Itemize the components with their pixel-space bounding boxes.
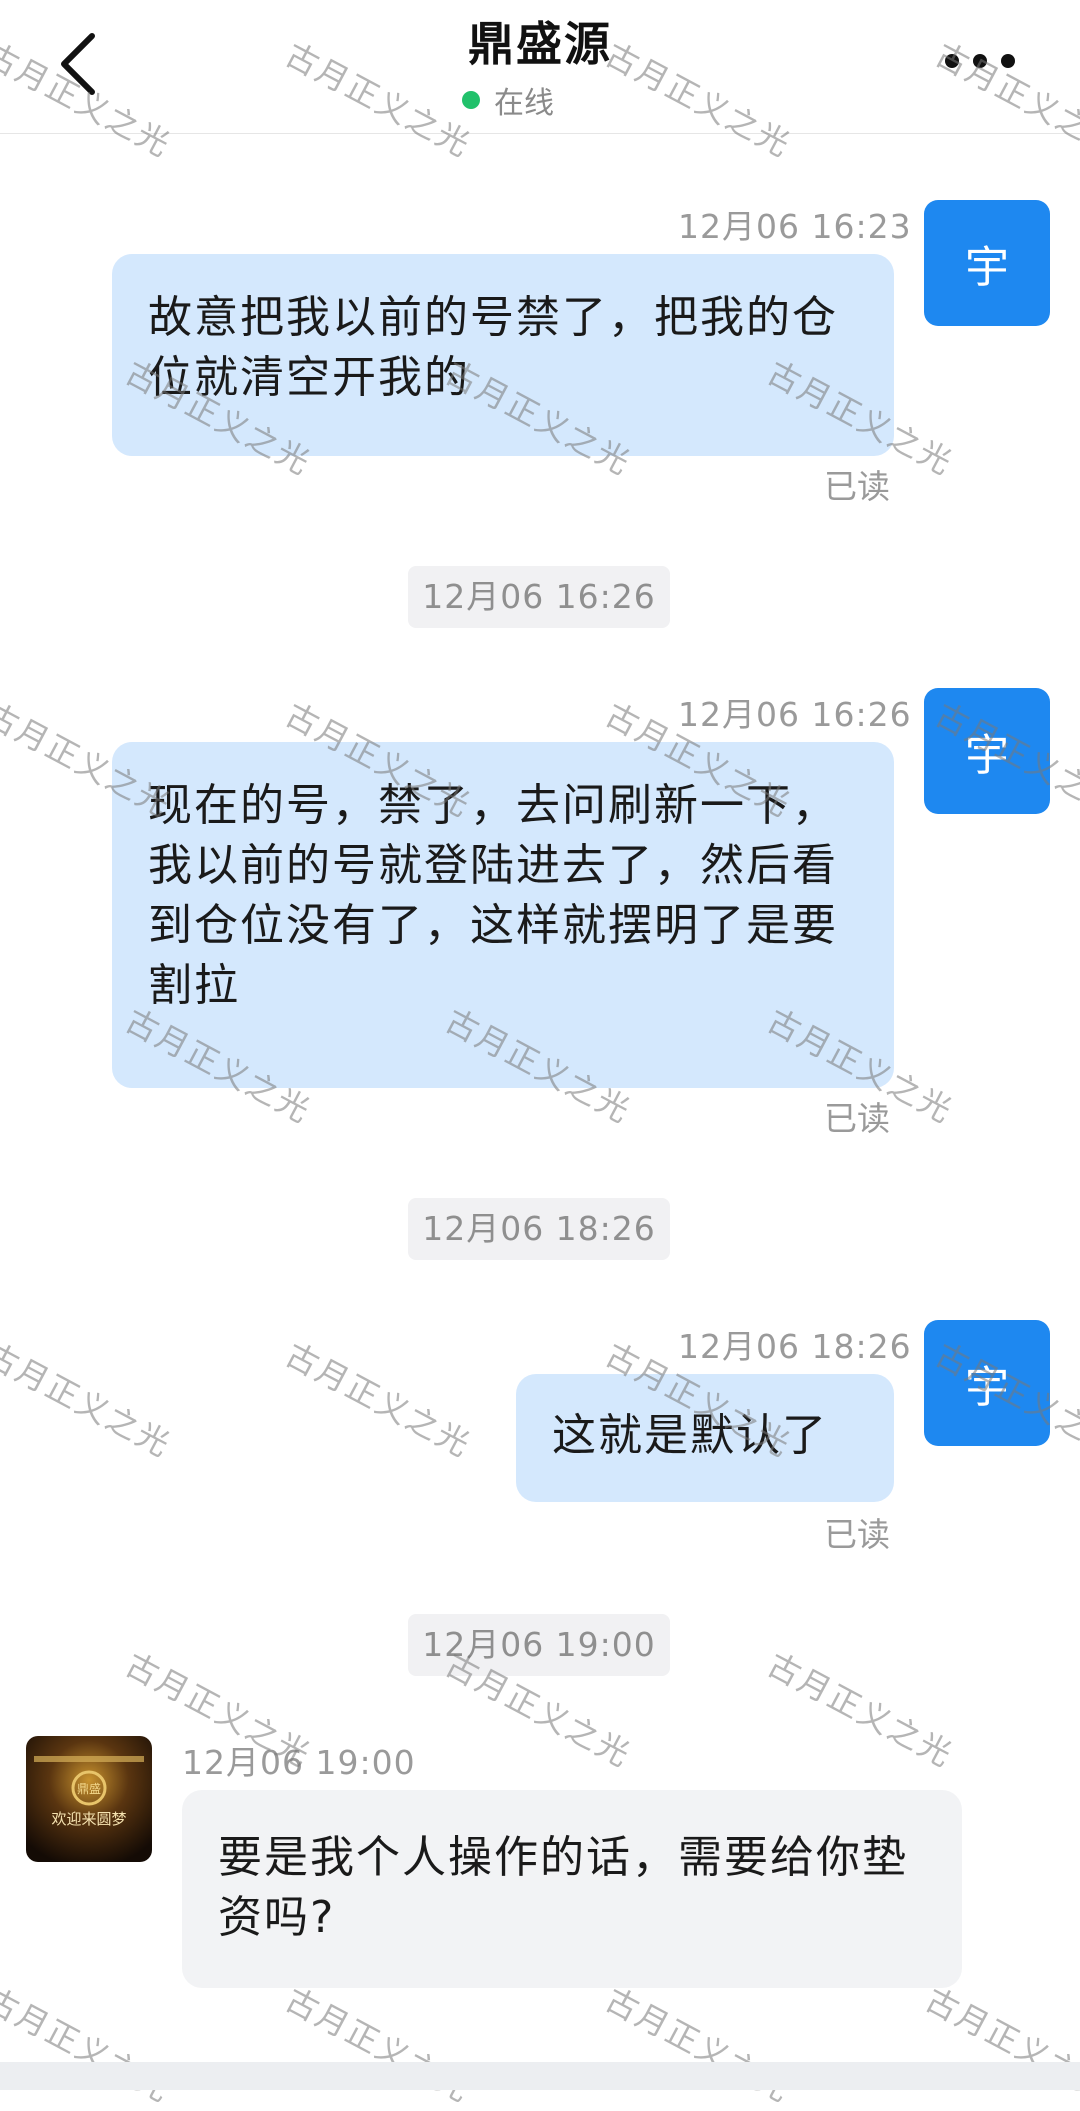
my-message-bubble[interactable]: 现在的号，禁了，去问刷新一下，我以前的号就登陆进去了，然后看到仓位没有了，这样就… <box>112 742 894 1088</box>
avatar-initial: 宇 <box>965 730 1009 781</box>
watermark: 古月正义之光 <box>0 1335 178 1465</box>
message-timestamp: 12月06 18:26 <box>678 1327 912 1366</box>
logo-text: 鼎盛 <box>77 1781 101 1796</box>
avatar-initial: 宇 <box>965 242 1009 293</box>
read-receipt: 已读 <box>824 1515 890 1554</box>
more-options-button[interactable] <box>945 46 1035 76</box>
contact-message-bubble[interactable]: 要是我个人操作的话，需要给你垫资吗? <box>182 1790 962 1988</box>
bottom-bar <box>0 2062 1080 2090</box>
contact-avatar[interactable]: 鼎盛 欢迎来圆梦 <box>26 1736 152 1862</box>
status-text: 在线 <box>494 86 554 121</box>
message-timestamp: 12月06 16:23 <box>678 207 912 246</box>
logo-tagline: 欢迎来圆梦 <box>51 1810 126 1828</box>
my-message-bubble[interactable]: 这就是默认了 <box>516 1374 894 1502</box>
watermark: 古月正义之光 <box>599 1980 798 2110</box>
read-receipt: 已读 <box>824 1099 890 1138</box>
chat-header: 鼎盛源 在线 <box>0 0 1080 134</box>
my-avatar[interactable]: 宇 <box>924 200 1050 326</box>
watermark: 古月正义之光 <box>0 1980 178 2110</box>
my-message-bubble[interactable]: 故意把我以前的号禁了，把我的仓位就清空开我的 <box>112 254 894 456</box>
watermark: 古月正义之光 <box>279 1980 478 2110</box>
time-separator: 12月06 18:26 <box>408 1198 670 1260</box>
watermark: 古月正义之光 <box>761 1645 960 1775</box>
time-separator: 12月06 19:00 <box>408 1614 670 1676</box>
watermark: 古月正义之光 <box>919 1980 1080 2110</box>
watermark: 古月正义之光 <box>279 1335 478 1465</box>
more-dot-icon <box>945 54 959 68</box>
message-timestamp: 12月06 16:26 <box>678 695 912 734</box>
message-timestamp: 12月06 19:00 <box>182 1743 416 1782</box>
online-status: 在线 <box>462 80 554 121</box>
read-receipt: 已读 <box>824 467 890 506</box>
more-dot-icon <box>1001 54 1015 68</box>
time-separator: 12月06 16:26 <box>408 566 670 628</box>
contact-logo-icon: 鼎盛 欢迎来圆梦 <box>26 1736 152 1862</box>
my-avatar[interactable]: 宇 <box>924 1320 1050 1446</box>
my-avatar[interactable]: 宇 <box>924 688 1050 814</box>
contact-name: 鼎盛源 <box>468 17 612 71</box>
avatar-initial: 宇 <box>965 1362 1009 1413</box>
online-dot-icon <box>462 91 480 109</box>
more-dot-icon <box>973 54 987 68</box>
